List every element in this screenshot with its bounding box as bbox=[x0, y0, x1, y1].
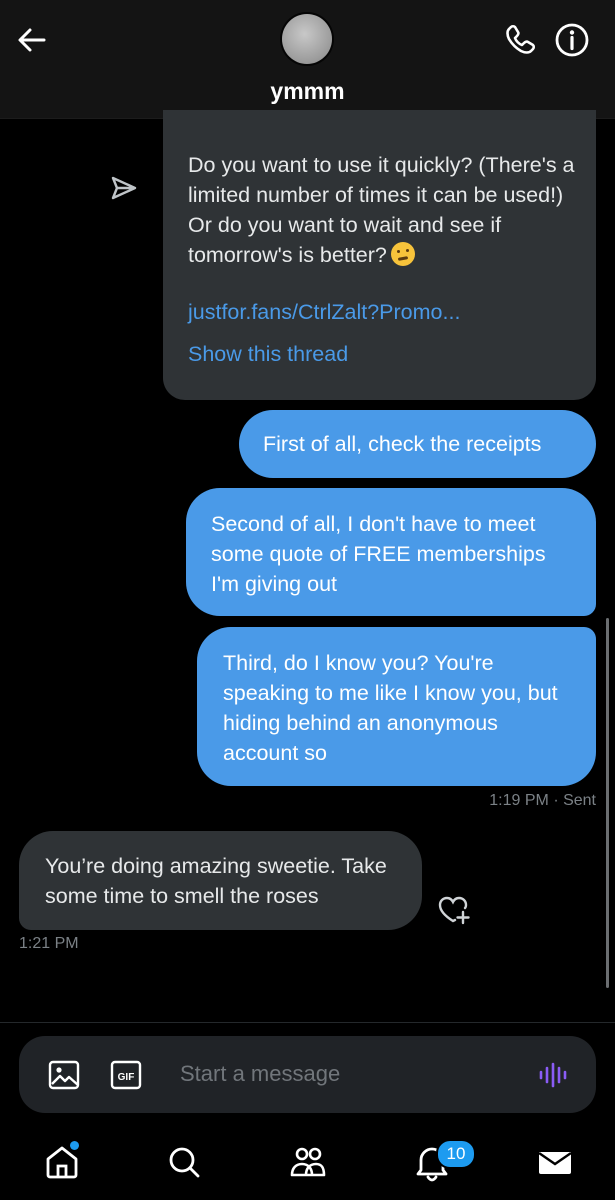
received-message[interactable]: You’re doing amazing sweetie. Take some … bbox=[19, 831, 422, 930]
share-send-icon[interactable] bbox=[108, 172, 140, 204]
gif-icon[interactable]: GIF bbox=[110, 1060, 142, 1090]
home-unread-dot bbox=[70, 1141, 79, 1150]
shared-post-body: Do you want to use it quickly? (There's … bbox=[188, 153, 575, 267]
avatar[interactable] bbox=[282, 14, 332, 64]
message-composer[interactable]: GIF Start a message bbox=[19, 1036, 596, 1113]
thinking-face-icon bbox=[390, 242, 415, 266]
conversation-header: ymmm bbox=[0, 0, 615, 119]
shared-post-text: Do you want to use it quickly? (There's … bbox=[188, 150, 578, 270]
voice-message-icon[interactable] bbox=[537, 1059, 569, 1091]
bottom-navigation bbox=[0, 1128, 615, 1200]
sent-message[interactable]: Second of all, I don't have to meet some… bbox=[186, 488, 596, 616]
show-thread-link[interactable]: Show this thread bbox=[188, 342, 348, 367]
message-input[interactable]: Start a message bbox=[180, 1061, 340, 1087]
gif-label: GIF bbox=[118, 1072, 135, 1083]
sent-timestamp: 1:19 PM · Sent bbox=[489, 792, 596, 809]
communities-icon[interactable] bbox=[288, 1142, 328, 1182]
add-reaction-heart-icon[interactable] bbox=[436, 894, 472, 926]
search-icon[interactable] bbox=[164, 1142, 204, 1182]
sent-message[interactable]: Third, do I know you? You're speaking to… bbox=[197, 627, 596, 786]
scrollbar[interactable] bbox=[606, 618, 609, 988]
messages-envelope-icon[interactable] bbox=[535, 1142, 575, 1182]
notifications-badge: 10 bbox=[436, 1139, 476, 1169]
image-icon[interactable] bbox=[48, 1060, 80, 1090]
received-timestamp: 1:21 PM bbox=[19, 935, 79, 952]
composer-divider bbox=[0, 1022, 615, 1023]
info-icon[interactable] bbox=[552, 20, 592, 60]
back-arrow-icon[interactable] bbox=[14, 22, 50, 58]
shared-post-link[interactable]: justfor.fans/CtrlZalt?Promo... bbox=[188, 300, 460, 325]
sent-message[interactable]: First of all, check the receipts bbox=[239, 410, 596, 478]
phone-icon[interactable] bbox=[500, 20, 540, 60]
shared-post-card[interactable]: Do you want to use it quickly? (There's … bbox=[163, 110, 596, 400]
conversation-title[interactable]: ymmm bbox=[0, 78, 615, 105]
